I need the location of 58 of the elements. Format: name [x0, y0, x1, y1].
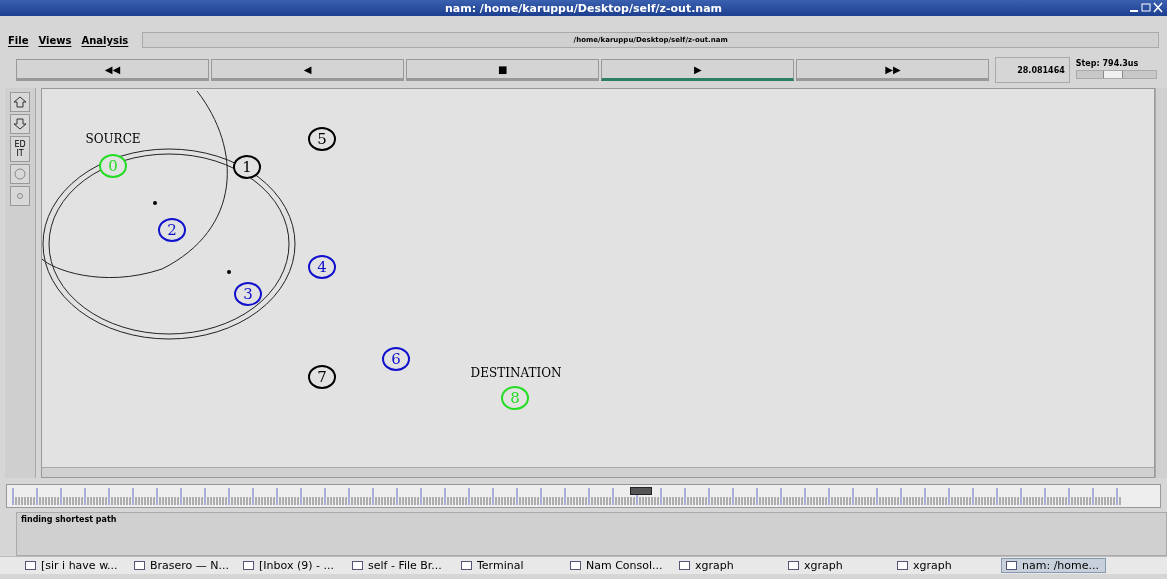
window-icon — [243, 561, 254, 570]
playback-button[interactable]: ◀ — [211, 59, 405, 81]
network-node: 3 — [234, 282, 262, 306]
taskbar-item[interactable]: nam: /home... — [1001, 558, 1106, 573]
circle-tool-button[interactable] — [10, 164, 30, 184]
slider-thumb[interactable] — [1103, 71, 1124, 78]
taskbar-item[interactable]: xgraph — [674, 558, 779, 573]
window-icon — [788, 561, 799, 570]
taskbar-item[interactable]: Brasero — N... — [129, 558, 234, 573]
window-icon — [461, 561, 472, 570]
taskbar-item[interactable]: Nam Consol... — [565, 558, 670, 573]
zoom-in-button[interactable] — [10, 92, 30, 112]
zoom-out-button[interactable] — [10, 114, 30, 134]
node-label: DESTINATION — [470, 366, 562, 380]
up-arrow-icon — [13, 96, 27, 108]
network-node: 5 — [308, 127, 336, 151]
taskbar-item[interactable]: xgraph — [783, 558, 888, 573]
edit-button[interactable]: ED IT — [10, 136, 30, 162]
close-icon[interactable] — [1153, 1, 1163, 13]
step-slider[interactable] — [1075, 70, 1157, 79]
time-display: 28.081464 — [995, 57, 1070, 83]
taskbar-item[interactable]: [sir i have w... — [20, 558, 125, 573]
dot-tool-button[interactable] — [10, 186, 30, 206]
restore-icon[interactable] — [1141, 1, 1151, 13]
down-arrow-icon — [13, 118, 27, 130]
network-node: 2 — [158, 218, 186, 242]
network-node: 6 — [382, 347, 410, 371]
taskbar-item[interactable]: self - File Br... — [347, 558, 452, 573]
window-title: nam: /home/karuppu/Desktop/self/z-out.nam — [444, 1, 723, 15]
network-node: 0 — [99, 154, 127, 178]
window-icon — [570, 561, 581, 570]
window-icon — [352, 561, 363, 570]
network-node: 7 — [308, 365, 336, 389]
menu-item[interactable]: File — [8, 34, 29, 46]
playback-button[interactable]: ■ — [406, 59, 600, 81]
window-icon — [134, 561, 145, 570]
network-node: 1 — [233, 155, 261, 179]
step-label: Step: 794.3us — [1075, 59, 1140, 68]
small-circle-icon — [17, 193, 23, 199]
window-icon — [679, 561, 690, 570]
playback-button[interactable]: ▶▶ — [796, 59, 990, 81]
network-node: 8 — [501, 386, 529, 410]
taskbar-item[interactable]: [Inbox (9) - ... — [238, 558, 343, 573]
window-icon — [1006, 561, 1017, 570]
menu-item[interactable]: Analysis — [81, 34, 129, 46]
taskbar-item[interactable]: xgraph — [892, 558, 997, 573]
window-icon — [897, 561, 908, 570]
menu-item[interactable]: Views — [38, 34, 72, 46]
node-label: SOURCE — [85, 132, 141, 146]
playback-button[interactable]: ▶ — [601, 59, 795, 81]
playback-button[interactable]: ◀◀ — [16, 59, 210, 81]
taskbar-item[interactable]: Terminal — [456, 558, 561, 573]
vertical-scrollbar[interactable] — [1155, 88, 1167, 478]
network-node: 4 — [308, 255, 336, 279]
window-icon — [25, 561, 36, 570]
circle-icon — [14, 168, 26, 180]
timeline-marker-icon[interactable] — [630, 487, 653, 495]
annotation-text: finding shortest path — [16, 512, 1167, 556]
